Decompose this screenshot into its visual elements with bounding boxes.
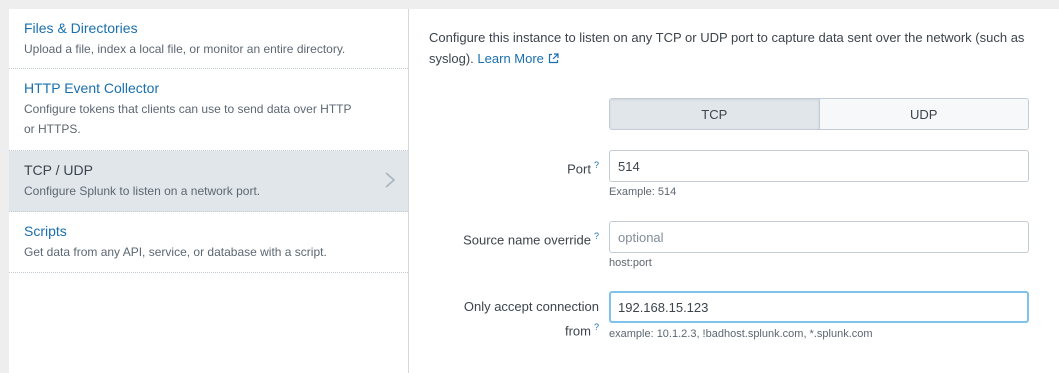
- udp-button[interactable]: UDP: [819, 99, 1028, 129]
- accept-label: Only accept connection from?: [463, 299, 599, 339]
- sidebar-item-desc: Configure Splunk to listen on a network …: [24, 184, 261, 198]
- help-question-icon[interactable]: ?: [594, 160, 599, 170]
- sidebar-item-title: Scripts: [24, 223, 67, 239]
- external-link-icon: [548, 53, 559, 64]
- sidebar-item-desc: Configure tokens that clients can use to…: [24, 102, 352, 136]
- sidebar-item-title: HTTP Event Collector: [24, 80, 160, 96]
- protocol-toggle: TCP UDP: [609, 98, 1029, 130]
- accept-connection-input[interactable]: [609, 291, 1029, 323]
- sidebar-item-desc: Get data from any API, service, or datab…: [24, 245, 327, 259]
- learn-more-link[interactable]: Learn More: [477, 51, 559, 66]
- sidebar-item-files-directories[interactable]: Files & Directories Upload a file, index…: [9, 9, 408, 69]
- main-panel: Configure this instance to listen on any…: [409, 9, 1059, 373]
- sidebar-item-scripts[interactable]: Scripts Get data from any API, service, …: [9, 212, 408, 273]
- help-question-icon[interactable]: ?: [594, 231, 599, 241]
- source-help: host:port: [609, 257, 652, 269]
- source-label: Source name override?: [463, 231, 599, 248]
- learn-more-label: Learn More: [477, 51, 544, 66]
- intro-text: Configure this instance to listen on any…: [429, 27, 1039, 69]
- sidebar-item-tcp-udp[interactable]: TCP / UDP Configure Splunk to listen on …: [9, 151, 408, 212]
- source-name-input[interactable]: [609, 221, 1029, 253]
- accept-help: example: 10.1.2.3, !badhost.splunk.com, …: [609, 328, 873, 340]
- port-input[interactable]: [609, 150, 1029, 182]
- port-help: Example: 514: [609, 186, 677, 198]
- chevron-right-icon: [385, 172, 396, 188]
- tcp-button[interactable]: TCP: [610, 99, 820, 129]
- port-label: Port?: [567, 160, 599, 177]
- sidebar-item-desc: Upload a file, index a local file, or mo…: [24, 42, 346, 56]
- sidebar-item-http-event-collector[interactable]: HTTP Event Collector Configure tokens th…: [9, 69, 408, 151]
- sidebar-item-title: Files & Directories: [24, 20, 138, 36]
- sidebar-item-title: TCP / UDP: [24, 162, 93, 178]
- sidebar: Files & Directories Upload a file, index…: [9, 9, 409, 373]
- help-question-icon[interactable]: ?: [594, 322, 599, 332]
